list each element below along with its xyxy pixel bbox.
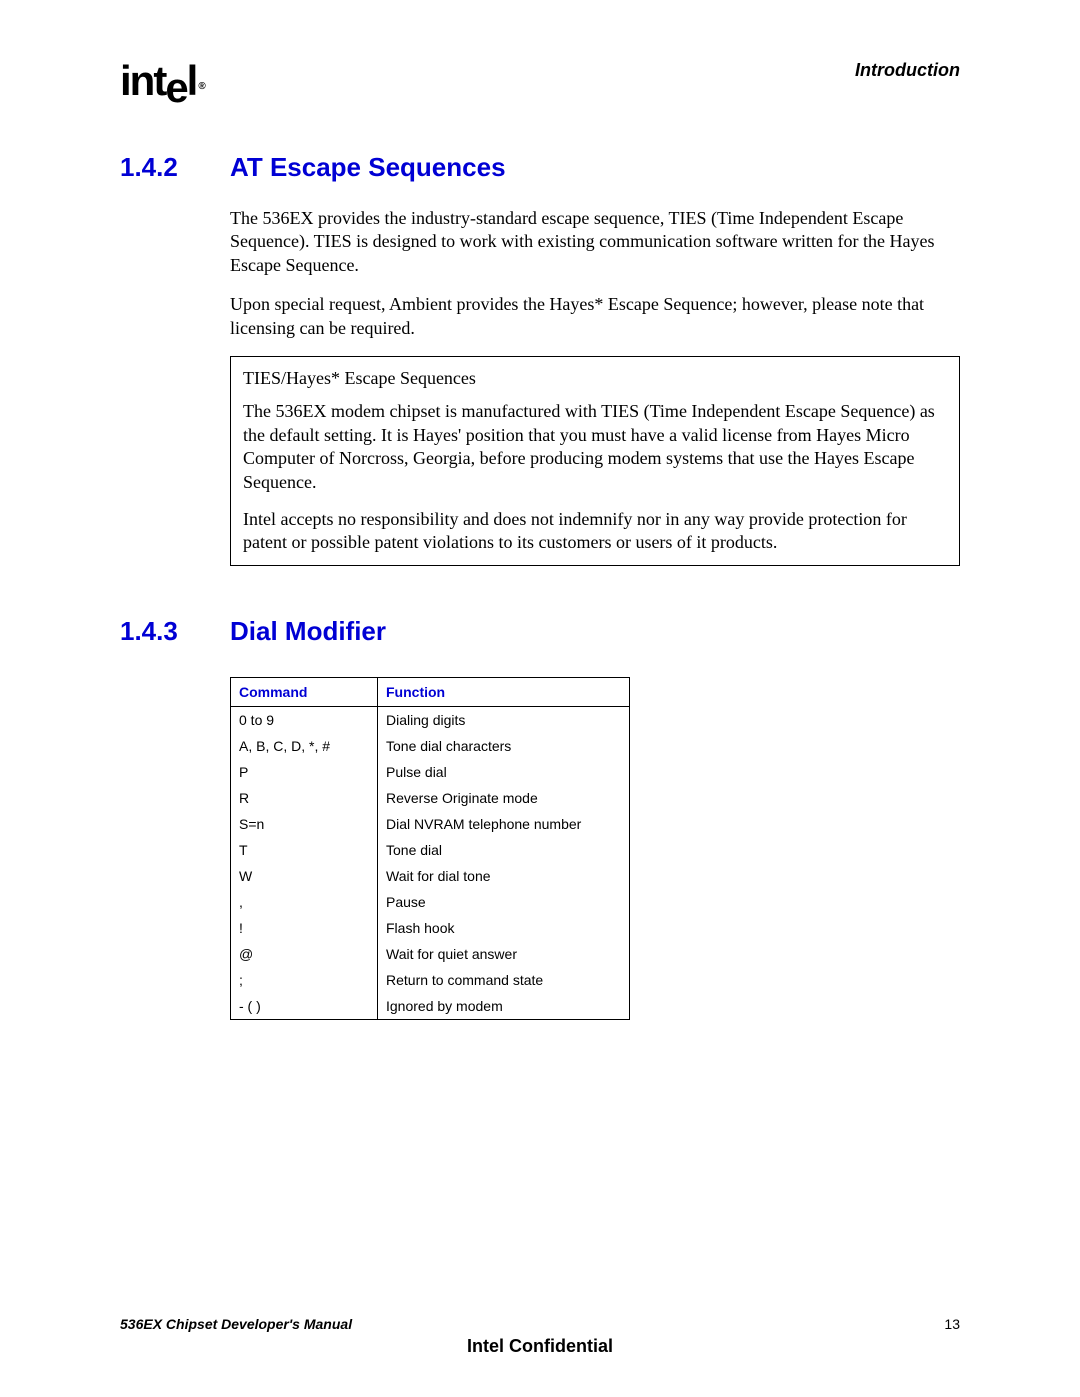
table-header-function: Function (378, 677, 630, 706)
cell-function: Pause (378, 889, 630, 915)
table-row: !Flash hook (231, 915, 630, 941)
section-heading-143: 1.4.3 Dial Modifier (120, 616, 960, 647)
table-row: TTone dial (231, 837, 630, 863)
logo-text-part1: int (120, 57, 165, 104)
table-header-row: Command Function (231, 677, 630, 706)
cell-command: R (231, 785, 378, 811)
footer-manual-title: 536EX Chipset Developer's Manual (120, 1316, 352, 1332)
table-row: ,Pause (231, 889, 630, 915)
cell-command: ! (231, 915, 378, 941)
section-title: Dial Modifier (230, 616, 386, 647)
section-title: AT Escape Sequences (230, 152, 506, 183)
note-paragraph: The 536EX modem chipset is manufactured … (243, 400, 947, 494)
cell-command: - ( ) (231, 993, 378, 1020)
cell-command: @ (231, 941, 378, 967)
cell-function: Wait for quiet answer (378, 941, 630, 967)
cell-function: Tone dial characters (378, 733, 630, 759)
cell-function: Return to command state (378, 967, 630, 993)
cell-command: P (231, 759, 378, 785)
footer-page-number: 13 (944, 1316, 960, 1332)
cell-function: Flash hook (378, 915, 630, 941)
page-footer: 536EX Chipset Developer's Manual 13 Inte… (120, 1316, 960, 1357)
cell-command: T (231, 837, 378, 863)
cell-command: A, B, C, D, *, # (231, 733, 378, 759)
table-row: S=nDial NVRAM telephone number (231, 811, 630, 837)
cell-function: Dialing digits (378, 706, 630, 733)
cell-command: 0 to 9 (231, 706, 378, 733)
table-row: 0 to 9Dialing digits (231, 706, 630, 733)
table-row: ;Return to command state (231, 967, 630, 993)
footer-top-row: 536EX Chipset Developer's Manual 13 (120, 1316, 960, 1332)
cell-command: ; (231, 967, 378, 993)
table-header-command: Command (231, 677, 378, 706)
table-row: WWait for dial tone (231, 863, 630, 889)
table-row: @Wait for quiet answer (231, 941, 630, 967)
table-row: A, B, C, D, *, #Tone dial characters (231, 733, 630, 759)
table-row: RReverse Originate mode (231, 785, 630, 811)
paragraph: The 536EX provides the industry-standard… (230, 207, 960, 277)
cell-function: Wait for dial tone (378, 863, 630, 889)
section-heading-142: 1.4.2 AT Escape Sequences (120, 152, 960, 183)
cell-function: Tone dial (378, 837, 630, 863)
note-paragraph: Intel accepts no responsibility and does… (243, 508, 947, 555)
registered-icon: ® (198, 81, 205, 92)
cell-function: Dial NVRAM telephone number (378, 811, 630, 837)
table-row: PPulse dial (231, 759, 630, 785)
cell-function: Reverse Originate mode (378, 785, 630, 811)
page-container: intel® Introduction 1.4.2 AT Escape Sequ… (0, 0, 1080, 1397)
note-box: TIES/Hayes* Escape Sequences The 536EX m… (230, 356, 960, 566)
dial-modifier-table: Command Function 0 to 9Dialing digits A,… (230, 677, 630, 1020)
cell-command: S=n (231, 811, 378, 837)
cell-command: , (231, 889, 378, 915)
logo-text-part2: l (187, 57, 197, 104)
section-number: 1.4.3 (120, 616, 230, 647)
page-header: intel® Introduction (120, 60, 960, 102)
footer-confidential: Intel Confidential (120, 1336, 960, 1357)
cell-function: Pulse dial (378, 759, 630, 785)
paragraph: Upon special request, Ambient provides t… (230, 293, 960, 340)
table-row: - ( )Ignored by modem (231, 993, 630, 1020)
intel-logo: intel® (120, 60, 204, 102)
cell-command: W (231, 863, 378, 889)
chapter-title: Introduction (855, 60, 960, 81)
section-number: 1.4.2 (120, 152, 230, 183)
cell-function: Ignored by modem (378, 993, 630, 1020)
note-title: TIES/Hayes* Escape Sequences (243, 367, 947, 390)
logo-text-drop: e (165, 67, 186, 109)
